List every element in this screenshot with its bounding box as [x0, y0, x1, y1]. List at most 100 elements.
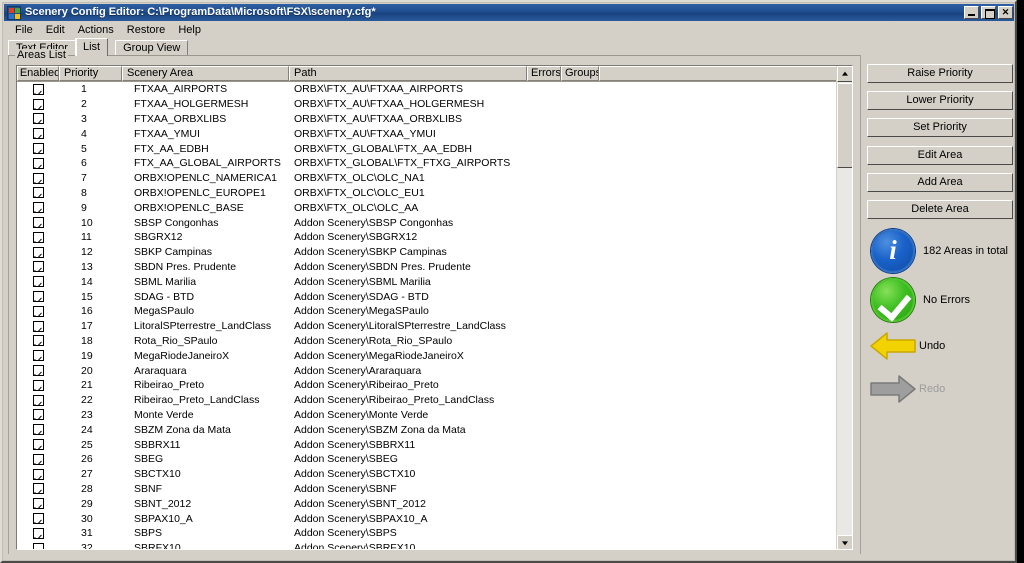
enabled-cell[interactable]	[17, 246, 59, 258]
menu-file[interactable]: File	[9, 23, 40, 38]
enabled-cell[interactable]	[17, 350, 59, 362]
edit-area-button[interactable]: Edit Area	[867, 145, 1013, 165]
enabled-cell[interactable]	[17, 483, 59, 495]
table-row[interactable]: 30 SBPAX10_A Addon Scenery\SBPAX10_A	[17, 511, 852, 526]
checkbox-checked-icon[interactable]	[32, 379, 44, 391]
enabled-cell[interactable]	[17, 113, 59, 125]
table-row[interactable]: 3 FTXAA_ORBXLIBS ORBX\FTX_AU\FTXAA_ORBXLIB…	[17, 112, 852, 127]
table-row[interactable]: 14 SBML Marilia Addon Scenery\SBML Marilia	[17, 274, 852, 289]
enabled-cell[interactable]	[17, 128, 59, 140]
checkbox-checked-icon[interactable]	[32, 98, 44, 110]
checkbox-checked-icon[interactable]	[32, 439, 44, 451]
table-row[interactable]: 7 ORBX!OPENLC_NAMERICA1 ORBX\FTX_OLC\OLC_N…	[17, 171, 852, 186]
vertical-scrollbar[interactable]	[836, 66, 852, 549]
enabled-cell[interactable]	[17, 276, 59, 288]
tab-list[interactable]: List	[74, 38, 109, 56]
table-row[interactable]: 10 SBSP Congonhas Addon Scenery\SBSP Congo…	[17, 215, 852, 230]
enabled-cell[interactable]	[17, 335, 59, 347]
table-row[interactable]: 8 ORBX!OPENLC_EUROPE1 ORBX\FTX_OLC\OLC_EU1	[17, 186, 852, 201]
table-row[interactable]: 17 LitoralSPterrestre_LandClass Addon Scen…	[17, 319, 852, 334]
table-row[interactable]: 26 SBEG Addon Scenery\SBEG	[17, 452, 852, 467]
column-header-priority[interactable]: Priority	[59, 66, 122, 81]
table-row[interactable]: 6 FTX_AA_GLOBAL_AIRPORTS ORBX\FTX_GLOBAL\F…	[17, 156, 852, 171]
enabled-cell[interactable]	[17, 409, 59, 421]
enabled-cell[interactable]	[17, 542, 59, 549]
table-row[interactable]: 25 SBBRX11 Addon Scenery\SBBRX11	[17, 437, 852, 452]
checkbox-checked-icon[interactable]	[32, 172, 44, 184]
enabled-cell[interactable]	[17, 394, 59, 406]
column-header-groups[interactable]: Groups	[561, 66, 599, 81]
table-row[interactable]: 16 MegaSPaulo Addon Scenery\MegaSPaulo	[17, 304, 852, 319]
enabled-cell[interactable]	[17, 365, 59, 377]
minimize-button[interactable]	[964, 6, 979, 19]
checkbox-checked-icon[interactable]	[32, 394, 44, 406]
table-row[interactable]: 29 SBNT_2012 Addon Scenery\SBNT_2012	[17, 496, 852, 511]
checkbox-checked-icon[interactable]	[32, 113, 44, 125]
checkbox-checked-icon[interactable]	[32, 409, 44, 421]
table-row[interactable]: 18 Rota_Rio_SPaulo Addon Scenery\Rota_Rio_…	[17, 334, 852, 349]
set-priority-button[interactable]: Set Priority	[867, 118, 1013, 138]
menu-help[interactable]: Help	[172, 23, 208, 38]
table-row[interactable]: 19 MegaRiodeJaneiroX Addon Scenery\MegaRio…	[17, 348, 852, 363]
enabled-cell[interactable]	[17, 187, 59, 199]
checkbox-checked-icon[interactable]	[32, 527, 44, 539]
checkbox-checked-icon[interactable]	[32, 305, 44, 317]
undo-row[interactable]: Undo	[867, 325, 1013, 367]
table-row[interactable]: 23 Monte Verde Addon Scenery\Monte Verde	[17, 408, 852, 423]
enabled-cell[interactable]	[17, 424, 59, 436]
checkbox-checked-icon[interactable]	[32, 217, 44, 229]
column-header-path[interactable]: Path	[289, 66, 527, 81]
enabled-cell[interactable]	[17, 157, 59, 169]
checkbox-checked-icon[interactable]	[32, 246, 44, 258]
column-header-errors[interactable]: Errors	[527, 66, 561, 81]
enabled-cell[interactable]	[17, 513, 59, 524]
checkbox-checked-icon[interactable]	[32, 483, 44, 495]
table-row[interactable]: 32 SBRFX10 Addon Scenery\SBRFX10	[17, 541, 852, 549]
enabled-cell[interactable]	[17, 305, 59, 317]
table-row[interactable]: 27 SBCTX10 Addon Scenery\SBCTX10	[17, 467, 852, 482]
table-row[interactable]: 20 Araraquara Addon Scenery\Araraquara	[17, 363, 852, 378]
column-header-scenery-area[interactable]: Scenery Area	[122, 66, 289, 81]
checkbox-checked-icon[interactable]	[32, 187, 44, 199]
checkbox-checked-icon[interactable]	[32, 542, 44, 549]
menu-actions[interactable]: Actions	[72, 23, 121, 38]
table-row[interactable]: 9 ORBX!OPENLC_BASE ORBX\FTX_OLC\OLC_AA	[17, 200, 852, 215]
checkbox-checked-icon[interactable]	[32, 498, 44, 510]
checkbox-checked-icon[interactable]	[32, 83, 44, 95]
checkbox-checked-icon[interactable]	[32, 424, 44, 436]
checkbox-checked-icon[interactable]	[32, 202, 44, 214]
checkbox-checked-icon[interactable]	[32, 276, 44, 288]
table-row[interactable]: 4 FTXAA_YMUI ORBX\FTX_AU\FTXAA_YMUI	[17, 126, 852, 141]
menu-edit[interactable]: Edit	[40, 23, 72, 38]
add-area-button[interactable]: Add Area	[867, 172, 1013, 192]
enabled-cell[interactable]	[17, 83, 59, 95]
undo-arrow-icon[interactable]	[869, 329, 917, 363]
table-row[interactable]: 24 SBZM Zona da Mata Addon Scenery\SBZM Zo…	[17, 422, 852, 437]
scroll-up-button[interactable]	[837, 66, 852, 82]
checkbox-checked-icon[interactable]	[32, 335, 44, 347]
table-row[interactable]: 28 SBNF Addon Scenery\SBNF	[17, 482, 852, 497]
lower-priority-button[interactable]: Lower Priority	[867, 91, 1013, 111]
checkbox-checked-icon[interactable]	[32, 291, 44, 303]
enabled-cell[interactable]	[17, 453, 59, 465]
scrollbar-thumb[interactable]	[837, 83, 852, 168]
enabled-cell[interactable]	[17, 320, 59, 332]
enabled-cell[interactable]	[17, 291, 59, 303]
enabled-cell[interactable]	[17, 98, 59, 110]
checkbox-checked-icon[interactable]	[32, 231, 44, 243]
table-row[interactable]: 22 Ribeirao_Preto_LandClass Addon Scenery\…	[17, 393, 852, 408]
enabled-cell[interactable]	[17, 143, 59, 155]
raise-priority-button[interactable]: Raise Priority	[867, 64, 1013, 83]
checkbox-checked-icon[interactable]	[32, 320, 44, 332]
checkbox-checked-icon[interactable]	[32, 365, 44, 377]
enabled-cell[interactable]	[17, 217, 59, 229]
table-row[interactable]: 21 Ribeirao_Preto Addon Scenery\Ribeirao_P…	[17, 378, 852, 393]
close-button[interactable]: ✕	[998, 6, 1013, 19]
areas-list-view[interactable]: Enabled Priority Scenery Area Path Error…	[16, 65, 853, 550]
table-row[interactable]: 12 SBKP Campinas Addon Scenery\SBKP Campin…	[17, 245, 852, 260]
checkbox-checked-icon[interactable]	[32, 468, 44, 480]
table-row[interactable]: 11 SBGRX12 Addon Scenery\SBGRX12	[17, 230, 852, 245]
enabled-cell[interactable]	[17, 379, 59, 391]
scroll-down-button[interactable]	[837, 535, 852, 549]
enabled-cell[interactable]	[17, 527, 59, 539]
